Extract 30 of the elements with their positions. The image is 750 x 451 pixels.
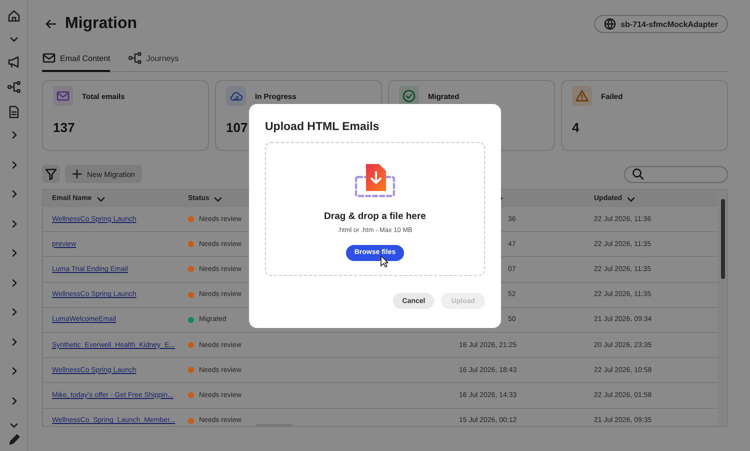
mail-icon [56,89,70,103]
stat-value: 137 [53,120,75,134]
tab[interactable]: Email Content [42,48,110,72]
filter-icon [45,168,57,180]
globe-icon [604,18,616,30]
filter-button[interactable] [42,165,60,183]
stat-value: 4 [572,120,580,134]
check-circle-icon [402,89,416,103]
sandbox-button[interactable]: sb-714-sfmcMockAdapter [594,15,728,33]
back-arrow-icon[interactable] [45,18,57,30]
drop-instruction: Drag & drop a file here [324,211,426,222]
cloud-icon [229,89,243,103]
warning-icon [575,89,589,103]
mail-icon [42,51,56,65]
cursor-icon [380,255,390,268]
tab[interactable]: Journeys [128,48,179,72]
page-title: Migration [65,15,138,33]
megaphone-icon[interactable] [6,55,20,69]
search-icon [632,168,644,180]
dialog-title: Upload HTML Emails [265,121,380,133]
stat-value: 107 [226,120,248,134]
home-icon[interactable] [6,9,20,23]
document-icon[interactable] [6,105,20,119]
journey-icon[interactable] [6,80,20,94]
scrollbar[interactable] [718,190,727,426]
search-field[interactable] [624,166,728,182]
pencil-icon[interactable] [8,434,20,446]
journey-icon [128,51,142,65]
file-upload-icon [355,162,395,198]
plus-icon [72,169,82,179]
